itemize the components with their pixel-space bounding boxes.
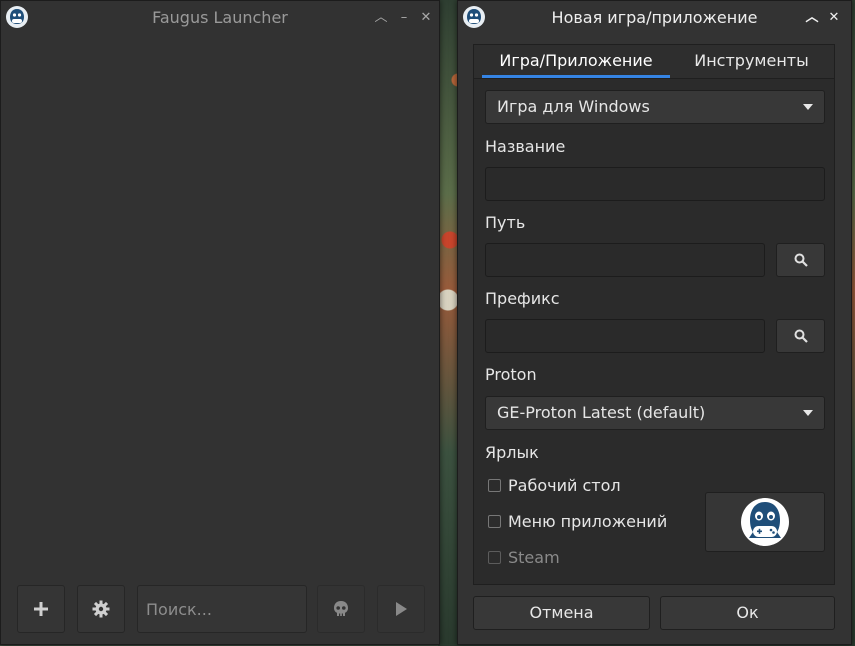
- app-menu-shortcut-label: Меню приложений: [508, 512, 668, 531]
- gear-icon: [92, 600, 110, 618]
- tab-tools[interactable]: Инструменты: [674, 45, 829, 78]
- proton-select[interactable]: GE-Proton Latest (default): [485, 396, 825, 430]
- checkbox-box[interactable]: [488, 479, 501, 492]
- skull-icon: [334, 601, 348, 616]
- search-icon: [794, 329, 808, 343]
- new-game-dialog: Новая игра/приложение ︿ ✕ Игра/Приложени…: [457, 0, 852, 645]
- search-input[interactable]: [137, 585, 307, 633]
- shortcut-icon-button[interactable]: [705, 492, 825, 552]
- dialog-notebook: Игра/Приложение Инструменты Игра для Win…: [473, 44, 835, 585]
- browse-path-button[interactable]: [776, 243, 825, 277]
- path-field[interactable]: [485, 243, 765, 277]
- kill-processes-button[interactable]: [317, 585, 365, 633]
- desktop-shortcut-label: Рабочий стол: [508, 476, 621, 495]
- plus-icon: [34, 602, 48, 616]
- close-icon[interactable]: ✕: [417, 9, 435, 27]
- name-field[interactable]: [485, 167, 825, 201]
- maximize-icon[interactable]: ︿: [372, 9, 390, 27]
- settings-button[interactable]: [77, 585, 125, 633]
- ok-button[interactable]: Ок: [660, 596, 835, 630]
- steam-shortcut-label: Steam: [508, 548, 560, 567]
- proton-label: Proton: [485, 365, 537, 384]
- faugus-logo-icon: [741, 498, 789, 546]
- tab-game-app[interactable]: Игра/Приложение: [482, 45, 670, 78]
- play-button[interactable]: [377, 585, 425, 633]
- desktop-shortcut-checkbox[interactable]: Рабочий стол: [488, 475, 621, 497]
- name-label: Название: [485, 137, 566, 156]
- checkbox-box: [488, 551, 501, 564]
- checkbox-box[interactable]: [488, 515, 501, 528]
- minimize-icon[interactable]: –: [395, 9, 413, 27]
- add-game-button[interactable]: [17, 585, 65, 633]
- play-icon: [396, 602, 407, 616]
- dropdown-arrow-icon: [803, 410, 813, 416]
- close-icon[interactable]: ✕: [825, 9, 843, 27]
- dropdown-arrow-icon: [803, 104, 813, 110]
- chevron-up-icon[interactable]: ︿: [803, 9, 821, 27]
- proton-value: GE-Proton Latest (default): [497, 403, 706, 422]
- game-list[interactable]: [1, 35, 439, 574]
- prefix-label: Префикс: [485, 289, 560, 308]
- cancel-button[interactable]: Отмена: [473, 596, 650, 630]
- prefix-field[interactable]: [485, 319, 765, 353]
- launcher-titlebar[interactable]: Faugus Launcher ︿ – ✕: [1, 1, 439, 35]
- game-type-select[interactable]: Игра для Windows: [485, 90, 825, 124]
- shortcut-label: Ярлык: [485, 443, 539, 462]
- tab-bar: Игра/Приложение Инструменты: [474, 45, 834, 79]
- search-icon: [794, 253, 808, 267]
- launcher-window: Faugus Launcher ︿ – ✕: [0, 0, 440, 645]
- game-type-value: Игра для Windows: [497, 97, 650, 116]
- browse-prefix-button[interactable]: [776, 319, 825, 353]
- app-menu-shortcut-checkbox[interactable]: Меню приложений: [488, 511, 667, 533]
- dialog-titlebar[interactable]: Новая игра/приложение ︿ ✕: [458, 1, 851, 35]
- path-label: Путь: [485, 213, 526, 232]
- launcher-toolbar: [1, 574, 439, 644]
- dialog-title: Новая игра/приложение: [551, 8, 758, 27]
- steam-shortcut-checkbox: Steam: [488, 547, 560, 569]
